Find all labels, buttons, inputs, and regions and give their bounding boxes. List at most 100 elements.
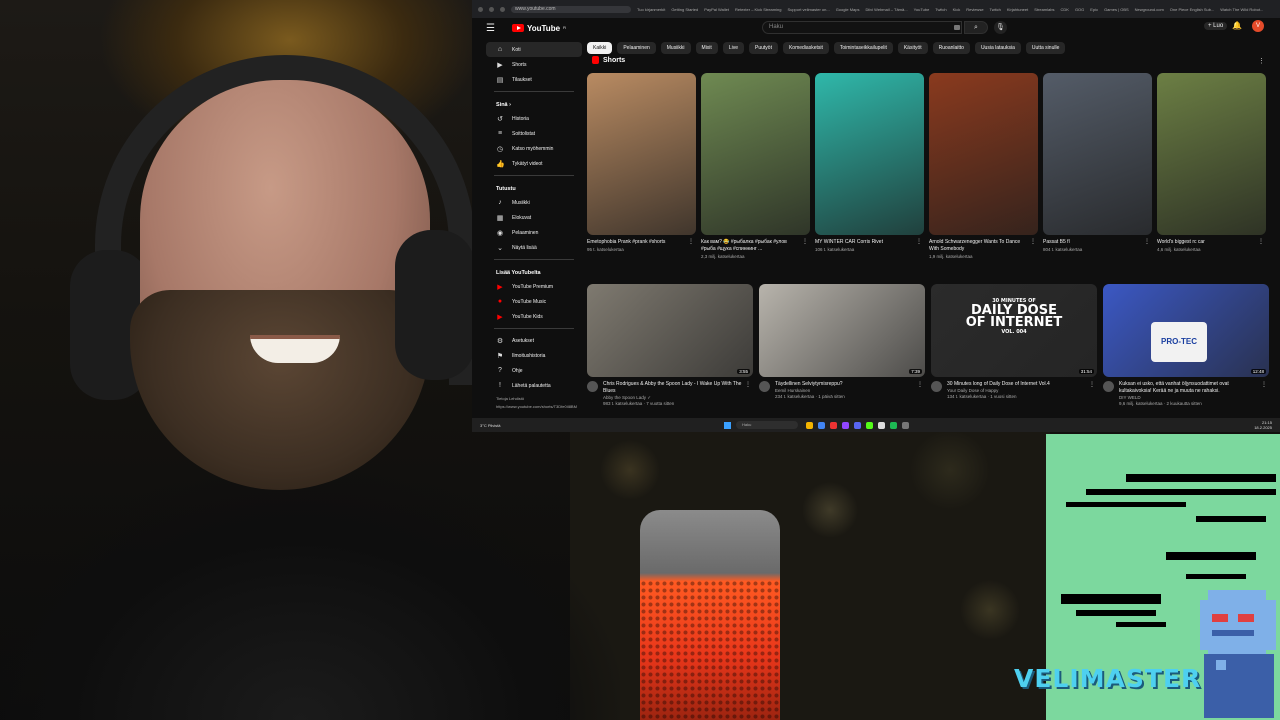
video-card[interactable]: 3:55 Chris Rodrigues & Abby the Spoon Lad… <box>587 284 753 407</box>
bookmark-item[interactable]: Twitch <box>935 7 946 12</box>
short-card[interactable]: Passat B5 fl 804 t. katselukertaa ⋮ <box>1043 73 1152 260</box>
bookmark-item[interactable]: Kick <box>953 7 961 12</box>
short-card[interactable]: World's biggest rc car 4,6 milj. katseluk… <box>1157 73 1266 260</box>
filter-chip[interactable]: Puutyöt <box>749 42 778 54</box>
more-options-icon[interactable]: ⋮ <box>745 381 751 388</box>
sidebar-item[interactable]: ▶ YouTube Premium <box>486 279 582 294</box>
more-options-icon[interactable]: ⋮ <box>1144 239 1150 246</box>
channel-avatar[interactable] <box>759 381 770 392</box>
sidebar-footer-links[interactable]: Tietoja Lehdistö <box>486 396 582 401</box>
bookmark-item[interactable]: Retexter – Kick Streaming <box>735 7 781 12</box>
short-thumbnail[interactable] <box>1043 73 1152 235</box>
back-icon[interactable] <box>478 6 483 12</box>
sidebar-item[interactable]: ▶ YouTube Kids <box>486 309 582 324</box>
filter-chip[interactable]: Pelaaminen <box>617 42 656 54</box>
sidebar-item[interactable]: ⚙ Asetukset <box>486 333 582 348</box>
filter-chip[interactable]: Toimintaseikkailupelit <box>833 42 893 54</box>
video-card[interactable]: 30 MINUTES OF DAILY DOSE OF INTERNET VOL. 0… <box>931 284 1097 407</box>
bookmark-item[interactable]: CDK <box>1060 7 1068 12</box>
sidebar-item[interactable]: ⌄ Näytä lisää <box>486 240 582 255</box>
sidebar-item[interactable]: ◷ Katso myöhemmin <box>486 141 582 156</box>
short-thumbnail[interactable] <box>1157 73 1266 235</box>
avatar[interactable]: V <box>1252 20 1264 32</box>
filter-chip[interactable]: Uusia latauksia <box>974 42 1021 54</box>
windows-start-icon[interactable] <box>724 421 731 429</box>
sidebar-item[interactable]: ⚑ Ilmoitushistoria <box>486 348 582 363</box>
video-title[interactable]: Täydellinen Selviytymisreppu? <box>775 381 845 388</box>
filter-chip[interactable]: Live <box>722 42 744 54</box>
create-button[interactable]: + Luo <box>1204 22 1228 30</box>
discord-icon[interactable] <box>854 421 861 429</box>
sidebar-item[interactable]: ◉ Pelaaminen <box>486 225 582 240</box>
sidebar-item[interactable]: ▤ Tilaukset <box>486 72 582 87</box>
sidebar-item[interactable]: ● YouTube Music <box>486 294 582 309</box>
sidebar-item[interactable]: 👍 Tykätyt videot <box>486 156 582 171</box>
filter-chip[interactable]: Käsityöt <box>897 42 928 54</box>
video-thumbnail[interactable]: 3:55 <box>587 284 753 377</box>
kick-icon[interactable] <box>866 421 873 429</box>
more-options-icon[interactable]: ⋮ <box>1089 381 1095 388</box>
bookmark-item[interactable]: Diivi Webmail – Tämä... <box>865 7 907 12</box>
sidebar-item[interactable]: ! Lähetä palautetta <box>486 378 582 393</box>
bookmark-item[interactable]: Reviewse <box>966 7 983 12</box>
video-title[interactable]: 30 Minutes long of Daily Dose of Interne… <box>947 381 1050 388</box>
sidebar-item[interactable]: ≡ Soittolistat <box>486 126 582 141</box>
video-thumbnail[interactable]: 7:39 <box>759 284 925 377</box>
channel-avatar[interactable] <box>587 381 598 392</box>
short-card[interactable]: Как вам? 😂 #рыбалка #рыбак #улов #рыба #… <box>701 73 810 260</box>
short-thumbnail[interactable] <box>815 73 924 235</box>
short-thumbnail[interactable] <box>701 73 810 235</box>
channel-avatar[interactable] <box>931 381 942 392</box>
search-input[interactable]: Haku <box>762 21 962 34</box>
filter-chip[interactable]: Uutta sinulle <box>1025 42 1066 54</box>
bookmark-item[interactable]: One Piece English Sub... <box>1170 7 1214 12</box>
filter-chip[interactable]: Ruoanlaitto <box>932 42 970 54</box>
short-title[interactable]: Arnold Schwarzenegger Wants To Dance Wit… <box>929 239 1030 253</box>
short-title[interactable]: Passat B5 fl <box>1043 239 1144 246</box>
forward-icon[interactable] <box>489 6 494 12</box>
taskbar-search[interactable]: Haku <box>736 421 798 429</box>
reload-icon[interactable] <box>500 6 505 12</box>
bookmark-item[interactable]: GOG <box>1075 7 1084 12</box>
short-thumbnail[interactable] <box>929 73 1038 235</box>
short-title[interactable]: MY WINTER CAR Corris Rivet <box>815 239 916 246</box>
more-options-icon[interactable]: ⋮ <box>802 239 808 246</box>
video-title[interactable]: Chris Rodrigues & Abby the Spoon Lady - … <box>603 381 743 395</box>
sidebar-item[interactable]: ? Ohje <box>486 363 582 378</box>
more-options-icon[interactable]: ⋮ <box>688 239 694 246</box>
bookmark-item[interactable]: Google Maps <box>836 7 860 12</box>
bookmark-item[interactable]: Games | OBS <box>1104 7 1129 12</box>
short-card[interactable]: MY WINTER CAR Corris Rivet 106 t. katselu… <box>815 73 924 260</box>
sidebar-item[interactable]: ♪ Musiikki <box>486 195 582 210</box>
bookmark-item[interactable]: Streamlabs <box>1034 7 1054 12</box>
taskbar-clock[interactable]: 21:15 18.2.2025 <box>1254 420 1272 430</box>
video-title[interactable]: Kuksan ei usko, että vanhat öljynsuodatt… <box>1119 381 1259 395</box>
hamburger-menu-icon[interactable]: ☰ <box>486 23 502 34</box>
short-card[interactable]: Arnold Schwarzenegger Wants To Dance Wit… <box>929 73 1038 260</box>
sidebar-item[interactable]: ▦ Elokuvat <box>486 210 582 225</box>
bookmark-item[interactable]: Newground.com <box>1135 7 1164 12</box>
bookmark-item[interactable]: Epic <box>1090 7 1098 12</box>
video-thumbnail[interactable]: PRO-TEC 12:48 <box>1103 284 1269 377</box>
chrome-icon[interactable] <box>818 421 825 429</box>
keyboard-icon[interactable] <box>954 25 960 30</box>
steam-icon[interactable] <box>902 421 909 429</box>
sidebar-item[interactable]: ↺ Historia <box>486 111 582 126</box>
more-options-icon[interactable]: ⋮ <box>1030 239 1036 246</box>
filter-chip[interactable]: Mixit <box>695 42 718 54</box>
video-card[interactable]: PRO-TEC 12:48 Kuksan ei usko, että vanhat … <box>1103 284 1269 407</box>
taskbar-weather[interactable]: 3°C Pilvistä <box>480 423 720 428</box>
twitch-icon[interactable] <box>842 421 849 429</box>
voice-search-icon[interactable]: 🎙 <box>994 21 1007 34</box>
bookmark-item[interactable]: Watch The Wild Robot... <box>1220 7 1263 12</box>
bookmark-item[interactable]: Twitch <box>990 7 1001 12</box>
app-icon[interactable] <box>830 421 837 429</box>
sidebar-item[interactable]: ⌂ Koti <box>486 42 582 57</box>
more-options-icon[interactable]: ⋮ <box>916 239 922 246</box>
notifications-bell-icon[interactable]: 🔔 <box>1232 21 1242 30</box>
more-options-icon[interactable]: ⋮ <box>1261 381 1267 388</box>
short-title[interactable]: World's biggest rc car <box>1157 239 1258 246</box>
spotify-icon[interactable] <box>890 421 897 429</box>
bookmark-item[interactable]: Kirjahtuneet <box>1007 7 1028 12</box>
bookmark-item[interactable]: YouTube <box>914 7 930 12</box>
